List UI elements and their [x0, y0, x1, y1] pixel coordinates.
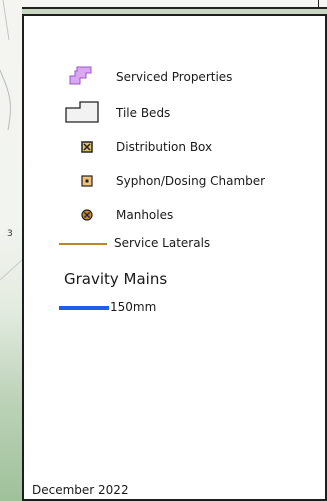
- service-lateral-line-icon: [59, 243, 107, 245]
- legend-label: Serviced Properties: [116, 70, 233, 84]
- legend-item-service-laterals: Service Laterals: [24, 236, 314, 254]
- legend-item-dosing-chamber: Syphon/Dosing Chamber: [24, 173, 314, 191]
- tile-bed-icon: [65, 101, 99, 123]
- legend-item-tile-beds: Tile Beds: [24, 101, 314, 123]
- legend-item-distribution-box: Distribution Box: [24, 139, 314, 157]
- map-legend: Serviced Properties Tile Beds Distributi…: [22, 14, 327, 501]
- map-linework: [0, 0, 22, 281]
- legend-date: December 2022: [32, 483, 129, 497]
- upper-frame-edge: [22, 0, 327, 9]
- background-map: 3: [0, 0, 22, 501]
- map-edge-label: 3: [7, 229, 13, 239]
- frame-tick: [318, 0, 319, 7]
- gravity-main-line-icon: [59, 306, 109, 310]
- distribution-box-icon: [81, 141, 93, 153]
- legend-item-manholes: Manholes: [24, 207, 314, 225]
- manhole-icon: [81, 209, 93, 221]
- legend-label: 150mm: [110, 300, 157, 314]
- legend-label: Syphon/Dosing Chamber: [116, 174, 266, 188]
- legend-item-serviced-properties: Serviced Properties: [24, 66, 314, 86]
- legend-label: Manholes: [116, 208, 174, 222]
- dosing-chamber-icon: [81, 175, 93, 187]
- gravity-mains-heading: Gravity Mains: [64, 270, 168, 288]
- legend-label: Service Laterals: [114, 236, 211, 250]
- legend-item-gravity-150mm: 150mm: [24, 300, 314, 318]
- legend-label: Tile Beds: [116, 106, 171, 120]
- serviced-property-icon: [69, 66, 92, 85]
- legend-label: Distribution Box: [116, 140, 213, 154]
